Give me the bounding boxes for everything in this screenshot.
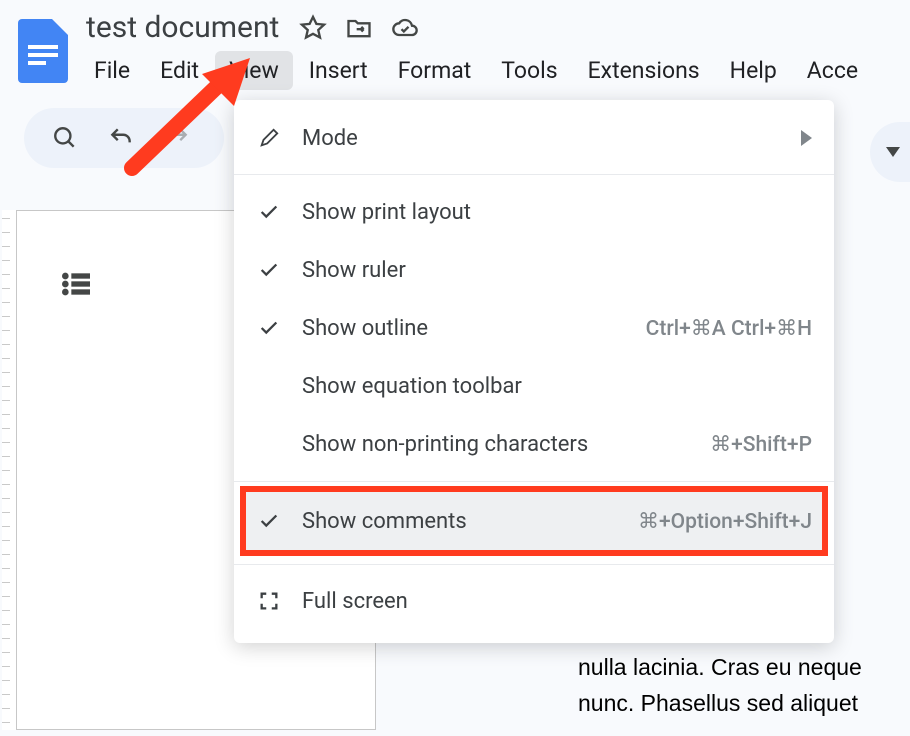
search-icon[interactable] [52, 125, 78, 151]
menu-show-comments[interactable]: Show comments ⌘+Option+Shift+J [244, 490, 824, 552]
view-menu-dropdown: Mode Show print layoutShow rulerShow out… [234, 100, 834, 643]
undo-icon[interactable] [108, 125, 134, 151]
menu-show-equation-toolbar[interactable]: Show equation toolbar [234, 357, 834, 415]
toolbar [24, 108, 224, 168]
move-to-folder-icon[interactable] [345, 14, 373, 42]
vertical-ruler [2, 210, 16, 730]
docs-logo[interactable] [18, 19, 68, 83]
menu-extensions[interactable]: Extensions [574, 51, 714, 90]
menu-show-print-layout[interactable]: Show print layout [234, 183, 834, 241]
menu-tools[interactable]: Tools [487, 51, 571, 90]
document-title[interactable]: test document [84, 6, 281, 49]
menu-insert[interactable]: Insert [295, 51, 382, 90]
menu-show-ruler[interactable]: Show ruler [234, 241, 834, 299]
redo-icon[interactable] [164, 125, 190, 151]
menu-edit[interactable]: Edit [146, 51, 213, 90]
menu-file[interactable]: File [80, 51, 144, 90]
menu-bar: FileEditViewInsertFormatToolsExtensionsH… [80, 51, 872, 90]
menu-acce[interactable]: Acce [793, 51, 872, 90]
submenu-arrow-icon [801, 130, 812, 146]
menu-help[interactable]: Help [716, 51, 791, 90]
menu-full-screen[interactable]: Full screen [234, 573, 834, 629]
menu-show-outline[interactable]: Show outlineCtrl+⌘A Ctrl+⌘H [234, 299, 834, 357]
document-outline-toggle[interactable] [54, 262, 98, 306]
star-icon[interactable] [299, 14, 327, 42]
menu-show-non-printing-characters[interactable]: Show non-printing characters⌘+Shift+P [234, 415, 834, 473]
caret-down-icon [886, 147, 900, 157]
cloud-saved-icon[interactable] [391, 14, 419, 42]
menu-mode[interactable]: Mode [234, 110, 834, 166]
menu-view[interactable]: View [215, 51, 293, 90]
menu-format[interactable]: Format [384, 51, 486, 90]
